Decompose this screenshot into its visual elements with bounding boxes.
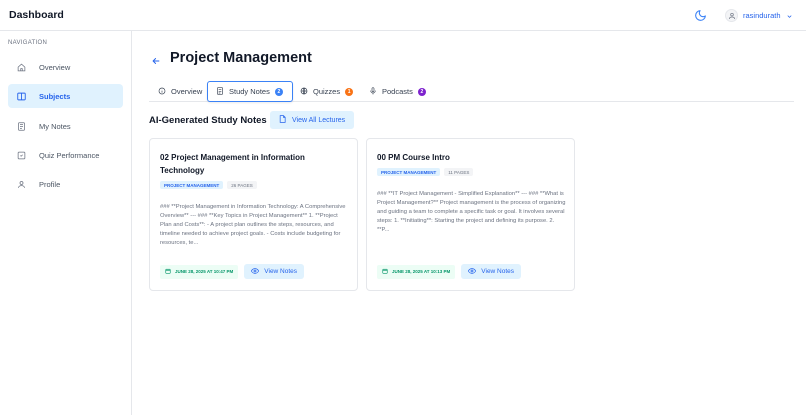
card-title: 02 Project Management in Information Tec… [160, 153, 305, 175]
subject-tag: PROJECT MANAGEMENT [377, 168, 441, 176]
book-icon [17, 92, 26, 101]
tab-bar: Overview Study Notes 2 Quizzes 1 Podcast… [149, 81, 794, 102]
sidebar-item-label: Overview [39, 62, 71, 72]
tab-label: Podcasts [382, 87, 413, 96]
card-footer: JUNE 28, 2025 AT 10:47 PM View Notes [160, 264, 305, 279]
date-badge: JUNE 28, 2025 AT 10:13 PM [377, 264, 456, 279]
tab-label: Study Notes [229, 87, 270, 96]
tab-count-badge: 1 [345, 87, 354, 96]
card-excerpt: ### **IT Project Management - Simplified… [377, 191, 566, 233]
home-icon [17, 63, 26, 72]
view-all-lectures-label: View All Lectures [292, 116, 346, 124]
document-icon [279, 115, 286, 125]
tab-count-badge: 2 [417, 87, 426, 96]
card-footer: JUNE 28, 2025 AT 10:13 PM View Notes [377, 264, 522, 279]
document-icon [216, 86, 224, 97]
app-title: Dashboard [9, 9, 64, 21]
card-title: 00 PM Course Intro [377, 153, 450, 162]
sidebar-item-label: My Notes [39, 121, 71, 131]
calendar-icon [382, 268, 388, 275]
view-notes-label: View Notes [481, 268, 515, 275]
globe-icon [300, 87, 308, 97]
eye-icon [468, 267, 477, 276]
view-notes-label: View Notes [264, 268, 298, 275]
sidebar-item-quiz-performance[interactable]: Quiz Performance [8, 143, 123, 167]
avatar [725, 9, 738, 22]
mic-icon [369, 86, 377, 97]
sidebar-item-label: Profile [39, 179, 61, 189]
subject-tag: PROJECT MANAGEMENT [160, 181, 224, 189]
view-all-lectures-button[interactable]: View All Lectures [270, 111, 355, 129]
quiz-icon [17, 151, 26, 160]
tab-podcasts[interactable]: Podcasts 2 [369, 81, 426, 102]
section-title: AI-Generated Study Notes [149, 115, 267, 126]
card-tags: PROJECT MANAGEMENT 11 PAGES [377, 168, 474, 176]
sidebar-item-label: Quiz Performance [39, 150, 100, 160]
user-icon [17, 180, 26, 189]
nav-heading: NAVIGATION [8, 40, 48, 46]
sidebar-item-my-notes[interactable]: My Notes [8, 114, 123, 138]
sidebar-item-label: Subjects [39, 91, 71, 101]
back-arrow-icon[interactable] [151, 53, 161, 64]
sidebar-item-profile[interactable]: Profile [8, 172, 123, 196]
tab-study-notes[interactable]: Study Notes 2 [207, 81, 293, 102]
tab-quizzes[interactable]: Quizzes 1 [300, 81, 354, 102]
card-excerpt: ### **Project Management in Information … [160, 204, 346, 246]
tab-label: Quizzes [313, 87, 341, 96]
tab-label: Overview [171, 87, 203, 96]
eye-icon [251, 267, 260, 276]
note-card[interactable]: 02 Project Management in Information Tec… [149, 138, 358, 291]
chevron-down-icon [786, 7, 793, 25]
calendar-icon [165, 268, 171, 275]
sidebar: NAVIGATION Overview Subjects My Notes Qu… [0, 31, 132, 415]
tab-overview[interactable]: Overview [158, 81, 202, 102]
username: rasindurath [743, 11, 781, 20]
date-text: JUNE 28, 2025 AT 10:47 PM [175, 269, 234, 274]
user-menu[interactable]: rasindurath [725, 8, 793, 23]
pages-tag: 26 PAGES [227, 181, 257, 189]
page-title: Project Management [170, 50, 312, 66]
pages-tag: 11 PAGES [444, 168, 474, 176]
date-text: JUNE 28, 2025 AT 10:13 PM [392, 269, 451, 274]
tab-count-badge: 2 [274, 87, 283, 96]
info-icon [158, 87, 166, 97]
view-notes-button[interactable]: View Notes [244, 264, 305, 279]
moon-icon[interactable] [694, 9, 707, 22]
note-card[interactable]: 00 PM Course Intro PROJECT MANAGEMENT 11… [366, 138, 575, 291]
card-tags: PROJECT MANAGEMENT 26 PAGES [160, 181, 257, 189]
top-bar: Dashboard rasindurath [0, 0, 806, 31]
notes-icon [17, 121, 26, 131]
sidebar-item-subjects[interactable]: Subjects [8, 84, 123, 108]
view-notes-button[interactable]: View Notes [461, 264, 522, 279]
sidebar-item-overview[interactable]: Overview [8, 55, 123, 79]
date-badge: JUNE 28, 2025 AT 10:47 PM [160, 264, 239, 279]
